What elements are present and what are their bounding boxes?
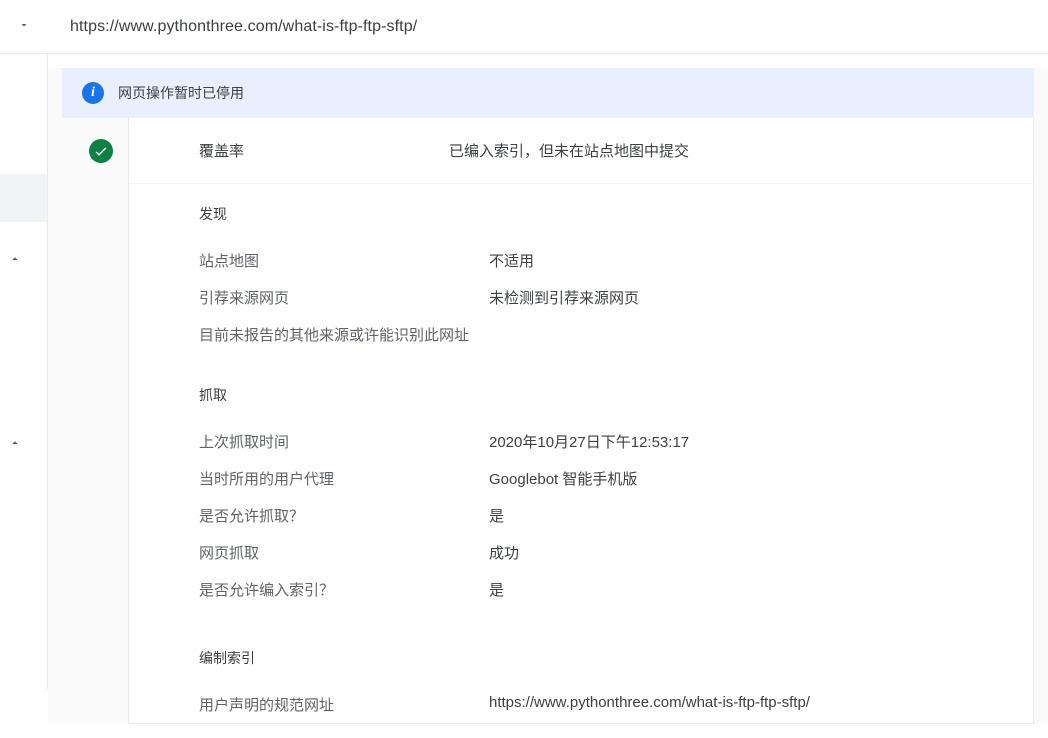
label-user-agent: 当时所用的用户代理 xyxy=(199,468,489,489)
row-index-allowed: 是否允许编入索引？ 是 xyxy=(199,571,1003,608)
discovery-section: 发现 站点地图 不适用 引荐来源网页 未检测到引荐来源网页 目前未报告的其他来源… xyxy=(129,184,1033,365)
property-dropdown[interactable] xyxy=(18,18,30,34)
value-sitemap: 不适用 xyxy=(489,250,534,271)
row-page-fetch: 网页抓取 成功 xyxy=(199,534,1003,571)
label-index-allowed: 是否允许编入索引？ xyxy=(199,579,489,600)
value-last-crawl: 2020年10月27日下午12:53:17 xyxy=(489,431,689,452)
value-index-allowed: 是 xyxy=(489,579,504,600)
row-canonical: 用户声明的规范网址 https://www.pythonthree.com/wh… xyxy=(199,686,1003,723)
discovery-note: 目前未报告的其他来源或许能识别此网址 xyxy=(199,316,1003,365)
indexing-section: 编制索引 用户声明的规范网址 https://www.pythonthree.c… xyxy=(129,628,1033,723)
label-last-crawl: 上次抓取时间 xyxy=(199,431,489,452)
discovery-title: 发现 xyxy=(199,204,1003,224)
value-page-fetch: 成功 xyxy=(489,542,519,563)
row-sitemap: 站点地图 不适用 xyxy=(199,242,1003,279)
check-icon xyxy=(89,139,113,163)
row-user-agent: 当时所用的用户代理 Googlebot 智能手机版 xyxy=(199,460,1003,497)
indexing-title: 编制索引 xyxy=(199,648,1003,668)
label-page-fetch: 网页抓取 xyxy=(199,542,489,563)
info-banner-text: 网页操作暂时已停用 xyxy=(118,83,244,103)
url-inspect-bar: https://www.pythonthree.com/what-is-ftp-… xyxy=(0,0,1048,54)
row-crawl-allowed: 是否允许抓取？ 是 xyxy=(199,497,1003,534)
info-banner: i 网页操作暂时已停用 xyxy=(62,68,1034,118)
value-user-agent: Googlebot 智能手机版 xyxy=(489,468,637,489)
label-referrer: 引荐来源网页 xyxy=(199,287,489,308)
coverage-label: 覆盖率 xyxy=(199,143,244,160)
row-last-crawl: 上次抓取时间 2020年10月27日下午12:53:17 xyxy=(199,423,1003,460)
value-canonical: https://www.pythonthree.com/what-is-ftp-… xyxy=(489,694,810,715)
sidebar-active-item[interactable] xyxy=(0,174,47,222)
value-crawl-allowed: 是 xyxy=(489,505,504,526)
crawl-title: 抓取 xyxy=(199,385,1003,405)
crawl-section: 抓取 上次抓取时间 2020年10月27日下午12:53:17 当时所用的用户代… xyxy=(129,365,1033,628)
sidebar xyxy=(0,54,48,689)
row-referrer: 引荐来源网页 未检测到引荐来源网页 xyxy=(199,279,1003,316)
main-content: i 网页操作暂时已停用 覆盖率 已编入索引，但未在站点地图中提交 发现 站点地图… xyxy=(48,68,1048,724)
coverage-panel: 覆盖率 已编入索引，但未在站点地图中提交 发现 站点地图 不适用 引荐来源网页 … xyxy=(128,118,1034,724)
label-canonical: 用户声明的规范网址 xyxy=(199,694,489,715)
coverage-header[interactable]: 覆盖率 已编入索引，但未在站点地图中提交 xyxy=(129,118,1033,184)
label-sitemap: 站点地图 xyxy=(199,250,489,271)
sidebar-collapse-2[interactable] xyxy=(0,426,47,460)
inspected-url[interactable]: https://www.pythonthree.com/what-is-ftp-… xyxy=(70,18,417,36)
label-crawl-allowed: 是否允许抓取？ xyxy=(199,505,489,526)
value-referrer: 未检测到引荐来源网页 xyxy=(489,287,639,308)
sidebar-collapse-1[interactable] xyxy=(0,242,47,276)
coverage-status: 已编入索引，但未在站点地图中提交 xyxy=(449,140,689,161)
info-icon: i xyxy=(82,82,104,104)
